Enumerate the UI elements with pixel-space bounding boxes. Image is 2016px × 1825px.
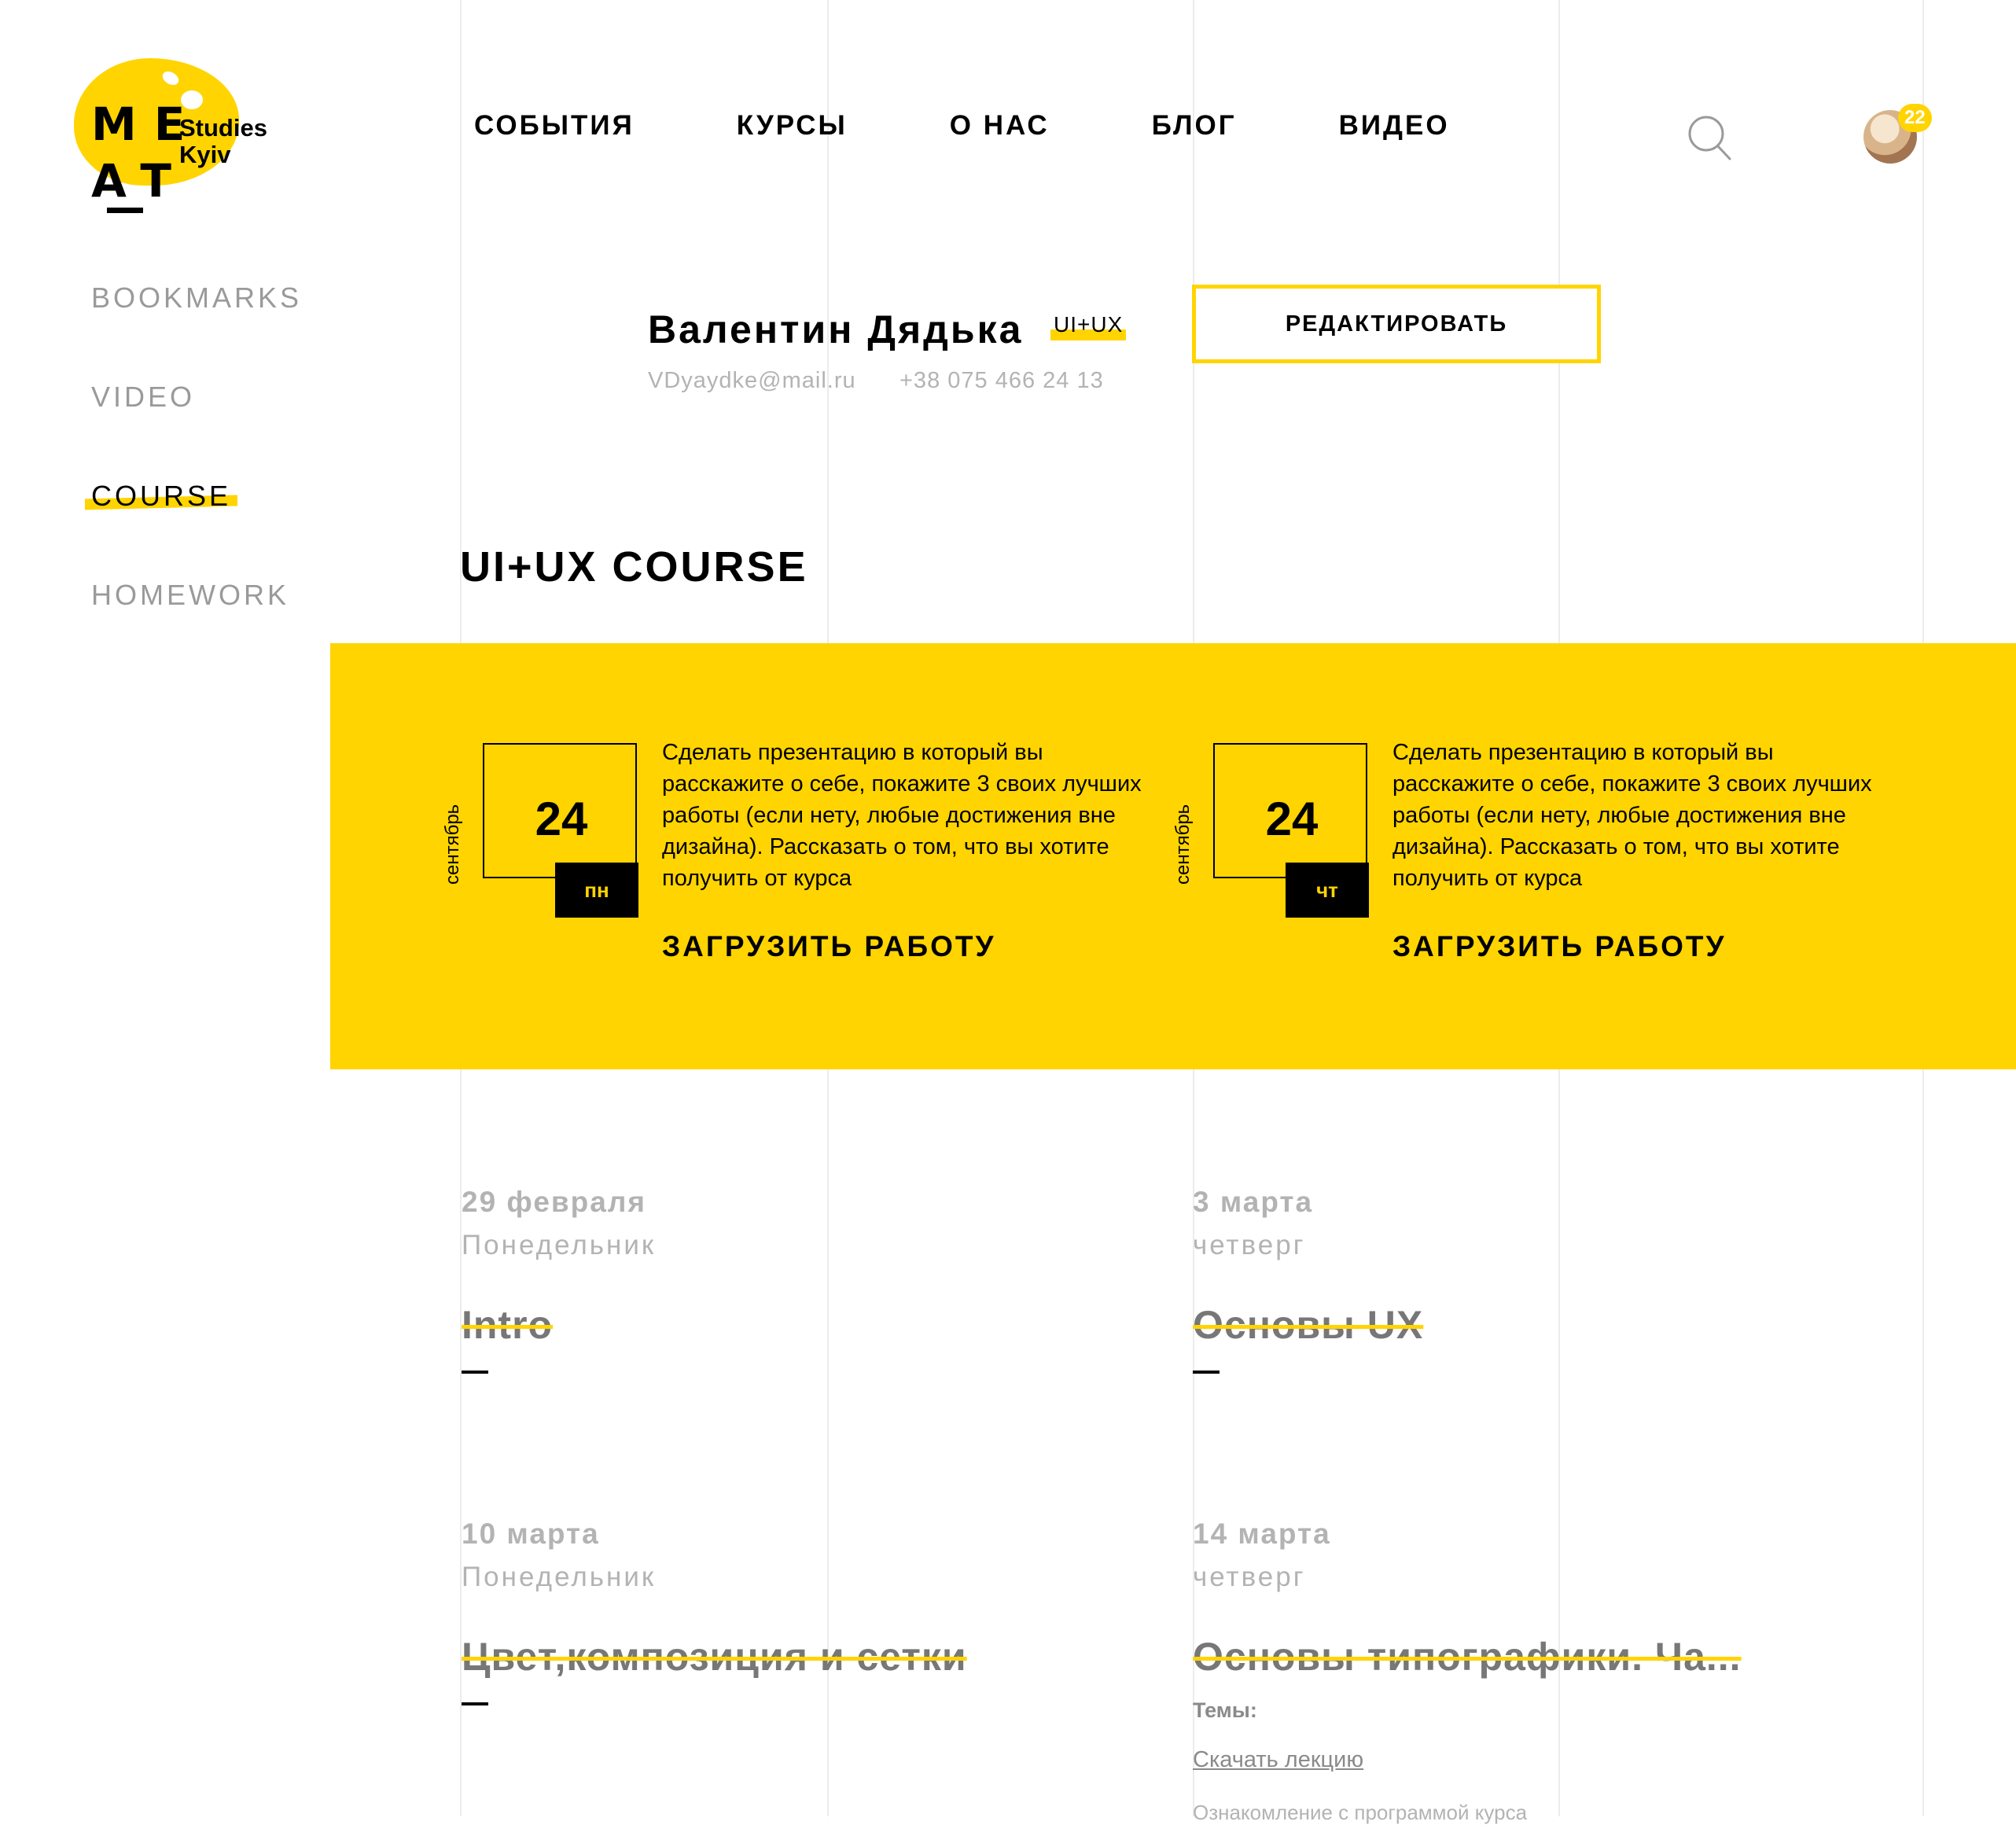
lecture-weekday: четверг [1193, 1230, 1306, 1260]
logo-studies: Studies [179, 114, 267, 142]
lecture-expand-dash[interactable] [462, 1371, 488, 1374]
sidebar-item-course[interactable]: COURSE [91, 480, 231, 513]
homework-date-box: 24 [1213, 743, 1367, 878]
logo-city: Kyiv [179, 141, 231, 168]
homework-card: сентябрь 24 пн Сделать презентацию в кот… [442, 740, 1222, 979]
homework-weekday: пн [555, 863, 638, 918]
lecture-date: 3 марта [1193, 1186, 1314, 1218]
sidebar-item-video[interactable]: VIDEO [91, 381, 195, 414]
sidebar-item-bookmarks[interactable]: BOOKMARKS [91, 281, 302, 315]
download-lecture-link[interactable]: Скачать лекцию [1193, 1747, 1363, 1773]
user-phone: +38 075 466 24 13 [899, 368, 1104, 393]
lecture-title[interactable]: Intro [462, 1302, 553, 1348]
nav-item-about[interactable]: О НАС [950, 110, 1050, 149]
homework-card: сентябрь 24 чт Сделать презентацию в кот… [1172, 740, 1952, 979]
homework-description: Сделать презентацию в который вы расскаж… [662, 740, 1142, 891]
nav-item-blog[interactable]: БЛОГ [1152, 110, 1237, 149]
homework-description: Сделать презентацию в который вы расскаж… [1392, 740, 1872, 891]
lecture-date: 29 февраля [462, 1186, 646, 1218]
homework-date-box: 24 [483, 743, 637, 878]
notification-badge: 22 [1898, 104, 1932, 132]
upload-work-button[interactable]: ЗАГРУЗИТЬ РАБОТУ [1392, 930, 1726, 963]
lecture-weekday: четверг [1193, 1562, 1306, 1592]
lecture-title[interactable]: Основы типографики. Ча... [1193, 1634, 1742, 1680]
course-tag: UI+UX [1050, 312, 1127, 340]
homework-day: 24 [1265, 793, 1319, 845]
lecture-themes-label: Темы: [1193, 1698, 1257, 1722]
nav-item-courses[interactable]: КУРСЫ [737, 110, 848, 149]
homework-weekday: чт [1286, 863, 1369, 918]
lecture-expand-dash[interactable] [462, 1702, 488, 1705]
edit-profile-button[interactable]: РЕДАКТИРОВАТЬ [1192, 285, 1601, 363]
lecture-title[interactable]: Цвет,композиция и сетки [462, 1634, 967, 1680]
course-title: UI+UX COURSE [460, 543, 808, 591]
homework-day: 24 [535, 793, 588, 845]
lecture-theme-text: Ознакомление с программой курса [1193, 1801, 1528, 1824]
sidebar-item-homework[interactable]: HOMEWORK [91, 579, 289, 612]
search-icon[interactable] [1687, 115, 1733, 162]
upload-work-button[interactable]: ЗАГРУЗИТЬ РАБОТУ [662, 930, 995, 963]
lecture-expand-dash[interactable] [1193, 1371, 1220, 1374]
logo-underscore [107, 208, 143, 213]
user-name: Валентин Дядька [648, 307, 1024, 351]
logo[interactable]: ME AT Studies Kyiv [63, 55, 299, 228]
homework-month: сентябрь [1172, 804, 1194, 885]
main-nav: СОБЫТИЯ КУРСЫ О НАС БЛОГ ВИДЕО [474, 110, 1552, 149]
lecture-date: 10 марта [462, 1518, 600, 1550]
nav-item-events[interactable]: СОБЫТИЯ [474, 110, 635, 149]
homework-month: сентябрь [442, 804, 463, 885]
lecture-weekday: Понедельник [462, 1562, 657, 1592]
logo-studies-text: Studies Kyiv [179, 115, 267, 168]
user-email: VDyaydke@mail.ru [648, 368, 856, 393]
nav-item-video[interactable]: ВИДЕО [1339, 110, 1450, 149]
lecture-date: 14 марта [1193, 1518, 1331, 1550]
lecture-title[interactable]: Основы UX [1193, 1302, 1423, 1348]
lecture-weekday: Понедельник [462, 1230, 657, 1260]
